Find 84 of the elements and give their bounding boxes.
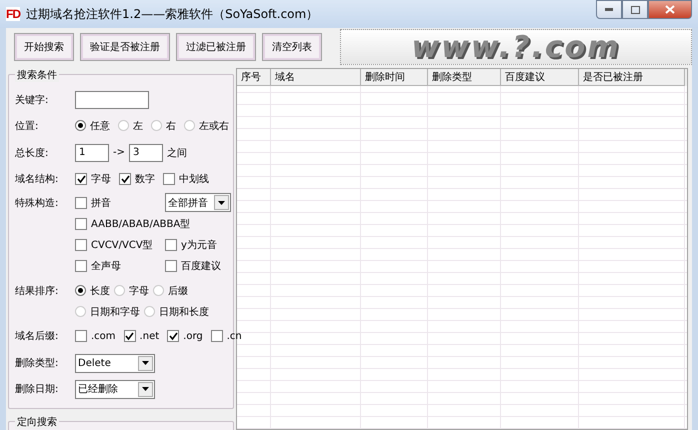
option-label: 中划线 [179, 172, 209, 186]
option-label: .org [183, 330, 203, 342]
checkbox[interactable] [75, 173, 87, 185]
radio-button[interactable] [153, 285, 164, 296]
field-label: 域名结构: [15, 172, 60, 186]
checkbox[interactable] [75, 260, 87, 272]
app-logo: FD [6, 7, 20, 21]
field-label: 删除类型: [15, 356, 60, 370]
radio-button[interactable] [184, 120, 195, 131]
field-label: 总长度: [15, 146, 50, 160]
option-label: .net [140, 330, 160, 342]
caret-icon[interactable] [138, 356, 153, 370]
group-title: 定向搜索 [15, 415, 59, 429]
keyword-field[interactable] [75, 90, 149, 108]
close-button[interactable] [648, 0, 692, 19]
length-to-field[interactable]: 3 [129, 144, 163, 162]
checkbox[interactable] [165, 238, 177, 250]
checkbox[interactable] [75, 330, 87, 342]
column-header[interactable]: 域名 [271, 69, 361, 86]
group-title: 搜索条件 [15, 68, 59, 82]
caret-icon[interactable] [214, 195, 229, 210]
toolbar-button[interactable]: 清空列表 [262, 33, 322, 61]
toolbar-button[interactable]: 验证是否被注册 [80, 33, 170, 61]
field-label: 位置: [15, 120, 40, 132]
option-label: 全声母 [91, 260, 121, 272]
delete-type-dropdown[interactable]: Delete [75, 354, 155, 372]
field-label: 特殊构造: [15, 196, 60, 210]
checkbox[interactable] [75, 218, 87, 230]
toolbar-button[interactable]: 过滤已被注册 [176, 33, 256, 61]
maximize-button[interactable] [622, 0, 648, 19]
option-label: 字母 [91, 172, 111, 186]
maximize-icon[interactable] [630, 6, 640, 14]
radio-button[interactable] [114, 285, 125, 296]
option-label: 右 [166, 120, 176, 132]
field-label: 结果排序: [15, 284, 60, 298]
column-header[interactable]: 序号 [237, 69, 271, 86]
arrow-text: -> [113, 147, 125, 158]
delete-date-dropdown[interactable]: 已经删除 [75, 380, 155, 398]
option-label: 长度 [90, 284, 110, 298]
checkbox[interactable] [165, 260, 177, 272]
option-label: .com [91, 330, 116, 342]
radio-button[interactable] [118, 120, 129, 131]
option-label: y为元音 [181, 238, 217, 252]
toolbar-button[interactable]: 开始搜索 [14, 33, 74, 61]
field-label: 关键字: [15, 94, 50, 106]
banner-logo: www.?.com [340, 29, 692, 65]
option-label: 字母 [129, 284, 149, 298]
option-label: 任意 [90, 120, 110, 132]
checkbox[interactable] [124, 330, 136, 342]
field-label: 删除日期: [15, 382, 60, 396]
radio-button[interactable] [75, 306, 86, 317]
checkbox[interactable] [167, 330, 180, 342]
length-from-field[interactable]: 1 [75, 144, 109, 162]
radio-button[interactable] [151, 120, 162, 131]
pinyin-dropdown[interactable]: 全部拼音 [165, 193, 231, 212]
caret-icon[interactable] [138, 382, 153, 396]
checkbox[interactable] [75, 196, 87, 208]
column-header[interactable]: 是否已被注册 [579, 69, 685, 86]
minimize-button[interactable] [596, 0, 622, 19]
option-label: 日期和长度 [159, 306, 209, 318]
radio-button[interactable] [75, 120, 86, 131]
close-icon[interactable] [665, 5, 675, 14]
radio-button[interactable] [144, 306, 155, 317]
option-label: 后缀 [168, 284, 188, 298]
field-suffix: 之间 [167, 146, 187, 160]
checkbox[interactable] [163, 173, 175, 185]
column-header[interactable]: 删除时间 [361, 69, 428, 86]
option-label: 左 [133, 120, 143, 132]
option-label: 左或右 [199, 120, 229, 132]
column-header[interactable]: 百度建议 [501, 69, 579, 86]
window-title: 过期域名抢注软件1.2——索雅软件（SoYaSoft.com） [26, 6, 320, 22]
option-label: 百度建议 [181, 260, 221, 272]
column-header[interactable]: 删除类型 [428, 69, 501, 86]
checkbox[interactable] [210, 330, 223, 342]
checkbox[interactable] [75, 238, 87, 250]
option-label: CVCV/VCV型 [91, 238, 153, 252]
option-label: .cn [226, 330, 242, 342]
option-label: AABB/ABAB/ABBA型 [91, 218, 190, 230]
option-label: 日期和字母 [90, 306, 140, 318]
checkbox[interactable] [119, 173, 131, 185]
field-label: 域名后缀: [15, 330, 60, 343]
option-label: 拼音 [91, 196, 111, 210]
option-label: 数字 [135, 172, 155, 186]
radio-button[interactable] [75, 285, 86, 296]
